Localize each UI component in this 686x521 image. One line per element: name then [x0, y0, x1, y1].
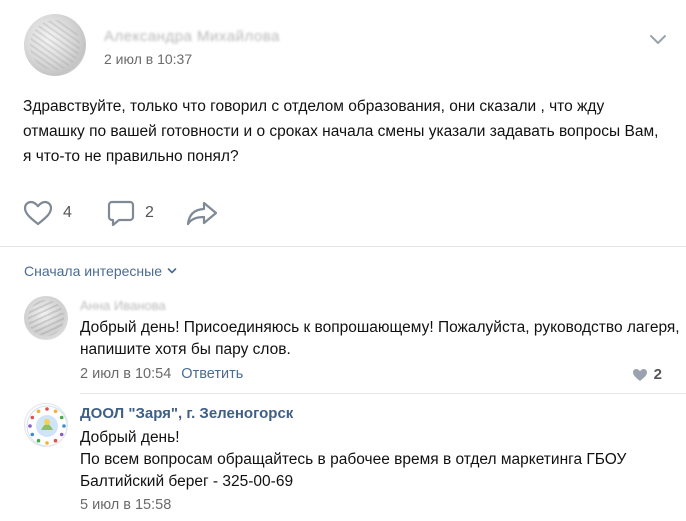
- comment-button[interactable]: 2: [107, 198, 154, 228]
- comment-author-avatar[interactable]: [24, 296, 68, 340]
- post-author-name[interactable]: Александра Михайлова: [104, 28, 280, 45]
- comment-text-greeting: Добрый день!: [80, 429, 180, 446]
- divider: [0, 246, 686, 247]
- comment-date[interactable]: 2 июл в 10:54: [80, 366, 171, 382]
- comment-like-button[interactable]: 2: [632, 366, 662, 383]
- comment-icon: [107, 200, 135, 227]
- heart-icon: [632, 368, 647, 381]
- post-author-avatar[interactable]: [24, 14, 86, 76]
- sort-label: Сначала интересные: [24, 263, 162, 279]
- reply-button[interactable]: Ответить: [181, 366, 243, 382]
- share-button[interactable]: [186, 198, 218, 228]
- community-logo-icon: [26, 405, 67, 446]
- comment-text: Добрый день! Присоединяюсь к вопрошающем…: [80, 319, 680, 358]
- comment-author-name[interactable]: ДООЛ "Заря", г. Зеленогорск: [80, 405, 293, 422]
- post-actions: 4 2: [23, 198, 663, 228]
- comment-item: ДООЛ "Заря", г. Зеленогорск Добрый день!…: [0, 403, 686, 521]
- like-button[interactable]: 4: [23, 198, 72, 228]
- post-header: Александра Михайлова 2 июл в 10:37: [24, 14, 666, 80]
- like-count: 4: [63, 204, 72, 221]
- chevron-down-icon: [167, 268, 177, 274]
- comment-text: По всем вопросам обращайтесь в рабочее в…: [80, 451, 627, 490]
- comment-divider: [80, 393, 686, 394]
- post-text: Здравствуйте, только что говорил с отдел…: [23, 98, 659, 165]
- comment-like-count: 2: [653, 366, 662, 383]
- chevron-down-icon[interactable]: [648, 32, 668, 46]
- share-arrow-icon: [186, 201, 218, 226]
- comment-meta: 2 июл в 10:54 Ответить: [80, 366, 243, 382]
- comment-meta: 5 июл в 15:58: [80, 497, 171, 513]
- comment-count: 2: [145, 204, 154, 221]
- community-avatar[interactable]: [24, 403, 68, 447]
- post-date[interactable]: 2 июл в 10:37: [104, 51, 192, 67]
- comment-date[interactable]: 5 июл в 15:58: [80, 497, 171, 513]
- comment-item: Анна Иванова Добрый день! Присоединяюсь …: [0, 296, 686, 391]
- heart-icon: [23, 200, 53, 226]
- comment-author-name[interactable]: Анна Иванова: [80, 298, 166, 313]
- sort-dropdown[interactable]: Сначала интересные: [24, 263, 177, 279]
